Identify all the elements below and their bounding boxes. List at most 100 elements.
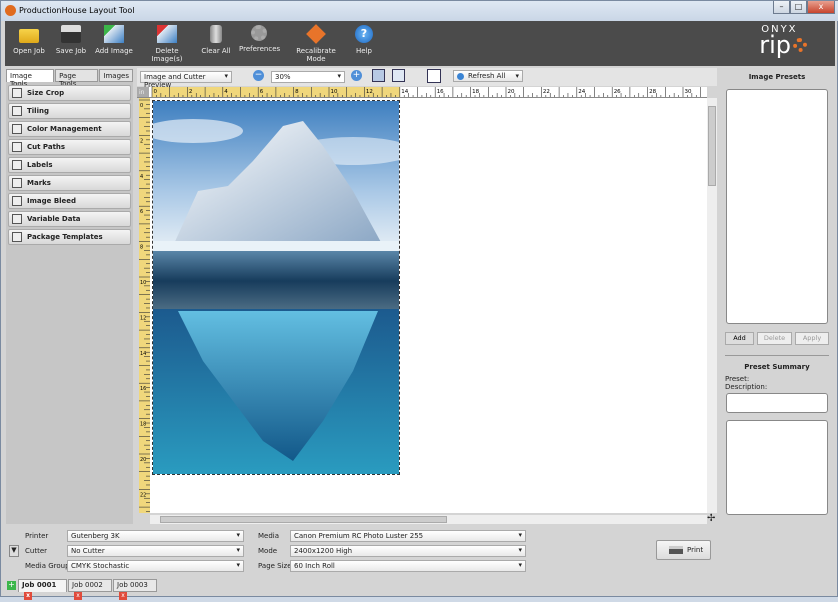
ruler-label: 4 [140,174,143,180]
iceberg-image[interactable] [152,100,400,475]
clear-all-button[interactable]: Clear All [201,25,231,55]
tool-variable-data[interactable]: Variable Data [8,211,131,227]
gear-icon [251,25,267,41]
right-panel: Image Presets Add Delete Apply Preset Su… [721,69,833,524]
pan-icon[interactable]: ✢ [707,514,717,524]
tool-icon [12,142,22,152]
ruler-label: 12 [366,89,373,95]
refresh-label: Refresh All [468,72,505,80]
ruler-label: 12 [140,315,146,321]
description-field[interactable] [726,393,828,413]
close-job-icon[interactable]: x [24,592,32,600]
tool-size-crop[interactable]: Size Crop [8,85,131,101]
recalibrate-icon [306,24,326,44]
job-label: Job 0002 [72,581,103,589]
refresh-icon [457,73,464,80]
tool-label: Cut Paths [27,143,65,151]
mode-select[interactable]: 2400x1200 High [290,545,526,557]
job-tab-2[interactable]: Job 0002x [68,579,112,592]
image-presets-list[interactable] [726,89,828,324]
fit-page-icon[interactable] [392,69,405,82]
view-mode-select[interactable]: Image and Cutter Preview [140,71,232,83]
ruler-label: 8 [295,89,299,95]
add-preset-button[interactable]: Add [725,332,754,345]
tool-cut-paths[interactable]: Cut Paths [8,139,131,155]
tool-image-bleed[interactable]: Image Bleed [8,193,131,209]
job-tab-3[interactable]: Job 0003x [113,579,157,592]
save-icon [61,25,81,43]
ruler-label: 26 [614,89,621,95]
maximize-button[interactable]: □ [790,1,807,14]
delete-images-button[interactable]: Delete Image(s) [141,25,193,63]
preferences-button[interactable]: Preferences [239,25,279,53]
filter-icon[interactable]: ▼ [9,545,19,557]
zoom-in-icon[interactable]: + [351,70,362,81]
horizontal-scrollbar[interactable] [150,515,707,524]
tool-icon [12,106,22,116]
printer-label: Printer [25,532,48,540]
tool-label: Color Management [27,125,102,133]
close-job-icon[interactable]: x [74,592,82,600]
tab-image-tools[interactable]: Image Tools [6,69,54,82]
tool-marks[interactable]: Marks [8,175,131,191]
print-button[interactable]: Print [656,540,711,560]
ruler-label: 14 [140,351,146,357]
refresh-all-button[interactable]: Refresh All▾ [453,70,523,82]
tool-package-templates[interactable]: Package Templates [8,229,131,245]
trash-icon [210,25,222,43]
media-group-select[interactable]: CMYK Stochastic [67,560,244,572]
tool-icon [12,178,22,188]
ruler-label: 10 [140,280,146,286]
zoom-select[interactable]: 30% [271,71,345,83]
page-size-select[interactable]: 60 Inch Roll [290,560,526,572]
ruler-label: 4 [224,89,228,95]
ruler-label: 22 [543,89,550,95]
ruler-label: 18 [472,89,479,95]
close-job-icon[interactable]: x [119,592,127,600]
delete-preset-button[interactable]: Delete [757,332,792,345]
ruler-label: 16 [437,89,444,95]
logo-bottom: rip [759,35,791,55]
layout-grid-icon[interactable] [427,69,441,83]
add-image-icon [104,25,124,43]
cutter-select[interactable]: No Cutter [67,545,244,557]
add-image-button[interactable]: Add Image [95,25,133,55]
add-job-icon[interactable]: + [7,581,16,590]
delete-image-icon [157,25,177,43]
preset-summary-title: Preset Summary [721,363,833,371]
minimize-button[interactable]: – [773,1,790,14]
open-job-button[interactable]: Open Job [13,25,45,55]
tab-images[interactable]: Images [99,69,133,82]
preset-label: Preset: [725,375,749,383]
ruler-label: 20 [140,457,146,463]
fit-width-icon[interactable] [372,69,385,82]
description-label: Description: [725,383,767,391]
label: Add Image [95,47,133,55]
media-group-label: Media Group [25,562,70,570]
tool-icon [12,214,22,224]
image-presets-title: Image Presets [721,73,833,81]
tab-page-tools[interactable]: Page Tools [55,69,98,82]
window-title: ProductionHouse Layout Tool [19,6,134,15]
printer-select[interactable]: Gutenberg 3K [67,530,244,542]
save-job-button[interactable]: Save Job [55,25,87,55]
tool-labels[interactable]: Labels [8,157,131,173]
ruler-label: 20 [508,89,515,95]
zoom-out-icon[interactable]: − [253,70,264,81]
tool-tiling[interactable]: Tiling [8,103,131,119]
tool-color-management[interactable]: Color Management [8,121,131,137]
tool-icon [12,124,22,134]
tool-icon [12,160,22,170]
apply-preset-button[interactable]: Apply [795,332,829,345]
recalibrate-mode-button[interactable]: Recalibrate Mode [288,25,344,63]
print-label: Print [687,546,703,554]
media-select[interactable]: Canon Premium RC Photo Luster 255 [290,530,526,542]
folder-icon [19,29,39,43]
vertical-scrollbar[interactable] [707,98,717,513]
tool-label: Package Templates [27,233,103,241]
close-button[interactable]: x [807,1,835,14]
help-button[interactable]: ?Help [351,25,377,55]
ruler-label: 8 [140,245,143,251]
ruler-label: 2 [189,89,193,95]
job-tab-1[interactable]: Job 0001x [18,579,67,592]
